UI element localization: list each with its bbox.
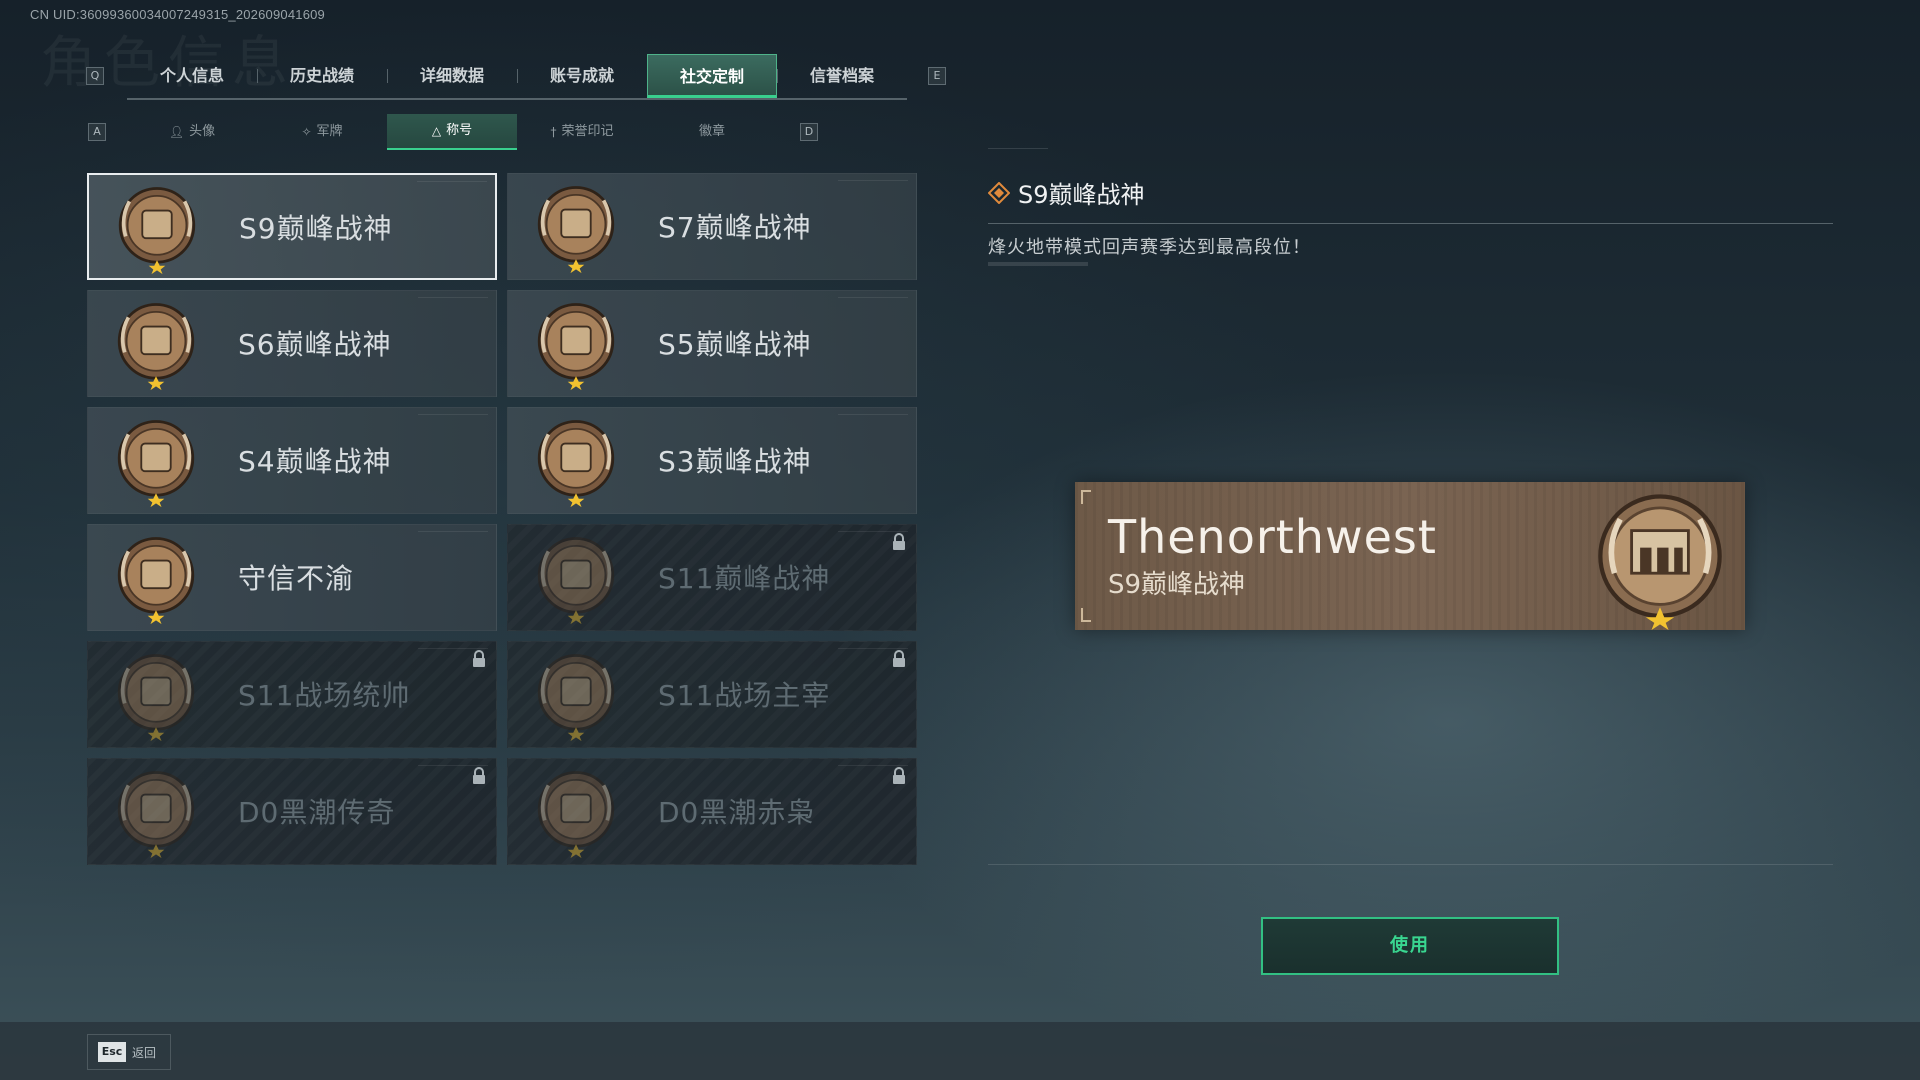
prev-subtab-key-hint[interactable]: A xyxy=(88,123,106,141)
arch-emblem-icon xyxy=(537,654,615,742)
title-card-label: S3巅峰战神 xyxy=(658,445,812,478)
tab-reputation-record[interactable]: 信誉档案 xyxy=(777,54,907,98)
title-card[interactable]: S9巅峰战神 xyxy=(87,173,497,280)
tab-personal-info[interactable]: 个人信息 xyxy=(127,54,257,98)
lock-icon xyxy=(473,650,485,667)
scales-emblem-icon xyxy=(117,537,195,625)
card-deco xyxy=(838,414,908,418)
use-button[interactable]: 使用 xyxy=(1261,917,1559,975)
title-card[interactable]: S11巅峰战神 xyxy=(507,524,917,631)
detail-title: S9巅峰战神 xyxy=(1018,181,1145,209)
tab-match-history[interactable]: 历史战绩 xyxy=(257,54,387,98)
detail-desc-deco xyxy=(988,262,1088,266)
title-card[interactable]: S6巅峰战神 xyxy=(87,290,497,397)
subtab-title-label: 称号 xyxy=(446,123,473,138)
next-tab-key-hint[interactable]: E xyxy=(928,67,946,85)
dogtag-icon: ✧ xyxy=(301,125,312,139)
title-card-label: S11战场统帅 xyxy=(238,679,411,712)
title-card-label: 守信不渝 xyxy=(238,562,355,595)
preview-player-name: Thenorthwest xyxy=(1108,510,1437,564)
detail-description: 烽火地带模式回声赛季达到最高段位！ xyxy=(988,237,1311,258)
honor-mark-icon: † xyxy=(550,125,557,139)
plate-corner-bl xyxy=(1081,608,1091,622)
title-card-label: S4巅峰战神 xyxy=(238,445,392,478)
sub-tab-bar: 👤︎ 头像 ✧ 军牌 △ 称号 † 荣誉印记 徽章 xyxy=(127,114,777,150)
subtab-dogtag-label: 军牌 xyxy=(316,124,343,139)
title-card[interactable]: D0黑潮赤枭 xyxy=(507,758,917,865)
lock-icon xyxy=(893,533,905,550)
person-icon: 👤︎ xyxy=(168,125,185,139)
title-card-label: S7巅峰战神 xyxy=(658,211,812,244)
subtab-badge[interactable]: 徽章 xyxy=(647,114,777,150)
mask-emblem-icon xyxy=(537,771,615,859)
card-deco xyxy=(838,180,908,184)
title-card[interactable]: S7巅峰战神 xyxy=(507,173,917,280)
title-card[interactable]: S3巅峰战神 xyxy=(507,407,917,514)
detail-header: S9巅峰战神 xyxy=(988,175,1145,210)
shield-t-emblem-icon xyxy=(117,303,195,391)
subtab-title[interactable]: △ 称号 xyxy=(387,114,517,150)
tab-detailed-stats[interactable]: 详细数据 xyxy=(387,54,517,98)
title-card[interactable]: S4巅峰战神 xyxy=(87,407,497,514)
prev-tab-key-hint[interactable]: Q xyxy=(86,67,104,85)
title-grid: S9巅峰战神 S7巅峰战神 S6巅峰战神 S5巅峰战神 S4巅峰战神 S3巅峰战神守信不渝… xyxy=(87,173,917,867)
card-deco xyxy=(418,531,488,535)
diamond-icon xyxy=(988,181,1010,204)
title-card[interactable]: S11战场主宰 xyxy=(507,641,917,748)
title-card[interactable]: D0黑潮传奇 xyxy=(87,758,497,865)
card-deco xyxy=(838,297,908,301)
back-label: 返回 xyxy=(132,1045,157,1060)
title-card[interactable]: 守信不渝 xyxy=(87,524,497,631)
lock-icon xyxy=(893,767,905,784)
next-subtab-key-hint[interactable]: D xyxy=(800,123,818,141)
detail-top-deco xyxy=(988,148,1048,149)
back-button[interactable]: Esc 返回 xyxy=(87,1034,171,1070)
title-card-label: S11战场主宰 xyxy=(658,679,831,712)
bottom-bar xyxy=(0,1022,1920,1080)
card-deco xyxy=(418,297,488,301)
panel-corner-tl xyxy=(988,296,1002,297)
fortress-emblem-icon xyxy=(1598,494,1722,630)
subtab-avatar-label: 头像 xyxy=(189,124,216,139)
subtab-avatar[interactable]: 👤︎ 头像 xyxy=(127,114,257,150)
plate-corner-tl xyxy=(1081,490,1091,504)
card-deco xyxy=(418,414,488,418)
detail-divider xyxy=(988,223,1833,224)
title-preview-plate: Thenorthwest S9巅峰战神 xyxy=(1075,482,1745,630)
tank-emblem-icon xyxy=(537,537,615,625)
subtab-badge-label: 徽章 xyxy=(698,124,725,139)
lock-icon xyxy=(473,767,485,784)
title-card[interactable]: S5巅峰战神 xyxy=(507,290,917,397)
title-card-label: D0黑潮赤枭 xyxy=(658,796,816,829)
globe-emblem-icon xyxy=(537,420,615,508)
title-icon: △ xyxy=(431,124,442,138)
helmet-emblem-icon xyxy=(117,420,195,508)
title-card-label: S9巅峰战神 xyxy=(239,212,393,245)
lock-icon xyxy=(893,650,905,667)
title-card-label: D0黑潮传奇 xyxy=(238,796,396,829)
title-card-label: S6巅峰战神 xyxy=(238,328,392,361)
apc-emblem-icon xyxy=(117,654,195,742)
preview-title: S9巅峰战神 xyxy=(1108,570,1246,600)
hooded-emblem-icon xyxy=(117,771,195,859)
subtab-honor-mark[interactable]: † 荣誉印记 xyxy=(517,114,647,150)
tab-social-customization[interactable]: 社交定制 xyxy=(647,54,777,98)
panel-bottom-line xyxy=(988,864,1833,865)
esc-key-icon: Esc xyxy=(98,1042,126,1062)
title-card-label: S5巅峰战神 xyxy=(658,328,812,361)
tab-account-achievements[interactable]: 账号成就 xyxy=(517,54,647,98)
card-deco xyxy=(417,181,487,185)
title-card[interactable]: S11战场统帅 xyxy=(87,641,497,748)
diver-skull-emblem-icon xyxy=(537,303,615,391)
subtab-honor-mark-label: 荣誉印记 xyxy=(561,124,614,139)
rifle-emblem-icon xyxy=(537,186,615,274)
title-card-label: S11巅峰战神 xyxy=(658,562,831,595)
fortress-emblem-icon xyxy=(118,187,196,275)
main-tab-bar: 个人信息 历史战绩 详细数据 账号成就 社交定制 信誉档案 xyxy=(127,54,907,100)
subtab-dogtag[interactable]: ✧ 军牌 xyxy=(257,114,387,150)
